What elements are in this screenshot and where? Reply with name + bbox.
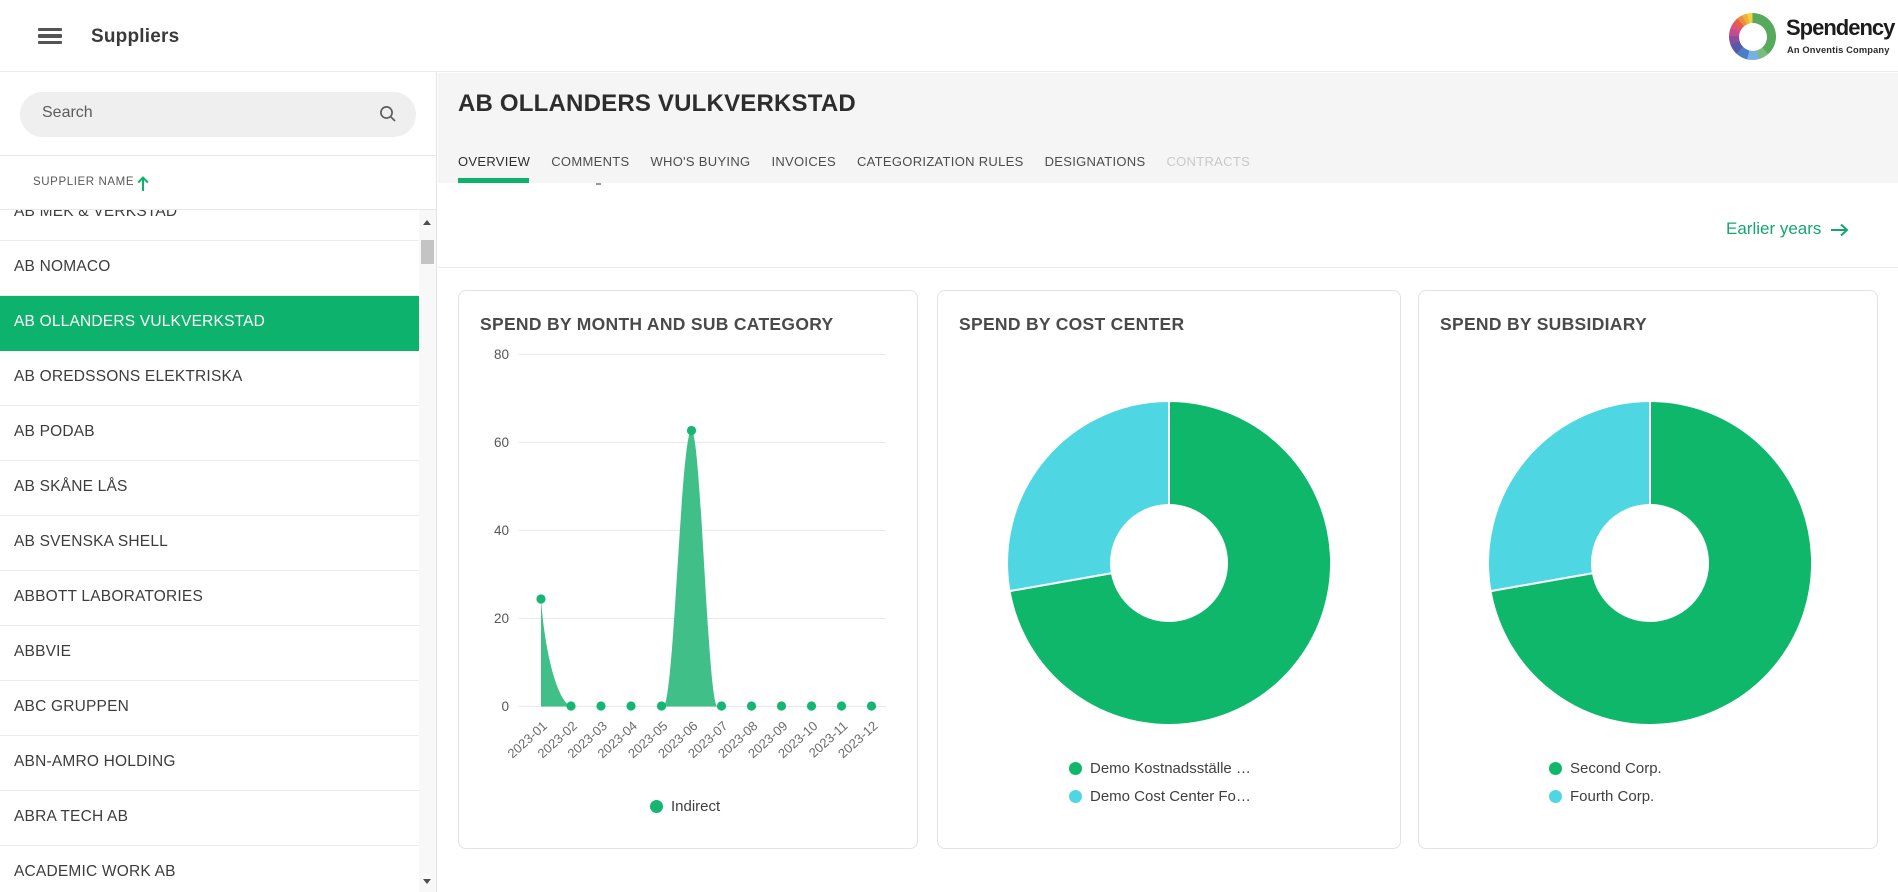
svg-text:0: 0 xyxy=(501,699,509,714)
svg-text:40: 40 xyxy=(494,523,509,538)
svg-text:60: 60 xyxy=(494,435,509,450)
svg-text:20: 20 xyxy=(494,611,509,626)
svg-text:80: 80 xyxy=(494,347,509,362)
